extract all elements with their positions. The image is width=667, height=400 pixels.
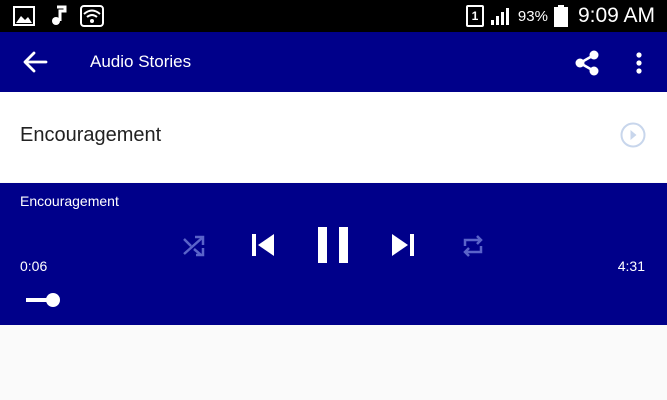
- shuffle-icon[interactable]: [181, 233, 207, 259]
- status-left-icons: [12, 5, 104, 27]
- total-time: 4:31: [617, 258, 645, 274]
- current-time: 0:06: [20, 258, 48, 274]
- more-vert-icon[interactable]: [628, 48, 650, 78]
- app-bar: Audio Stories: [0, 32, 667, 92]
- play-circle-icon[interactable]: [619, 121, 647, 149]
- back-arrow-icon[interactable]: [20, 48, 50, 76]
- seek-bar[interactable]: [26, 291, 646, 309]
- status-right-icons: 1 93% 9:09 AM: [465, 0, 655, 32]
- battery-icon: [553, 5, 568, 27]
- music-note-icon: [52, 5, 67, 25]
- battery-percent: 93%: [517, 7, 548, 25]
- list-item-title: Encouragement: [20, 124, 162, 146]
- player-bar: Encouragement 0:06 4:31: [0, 183, 667, 325]
- image-icon: [13, 6, 35, 26]
- share-icon[interactable]: [572, 48, 602, 78]
- sim-icon: 1: [465, 5, 484, 27]
- list-item[interactable]: Encouragement: [0, 92, 667, 182]
- skip-previous-icon[interactable]: [250, 232, 276, 258]
- repeat-icon[interactable]: [460, 233, 486, 259]
- seek-progress: [26, 298, 48, 302]
- app-title: Audio Stories: [90, 52, 192, 71]
- status-clock: 9:09 AM: [577, 4, 655, 27]
- wifi-icon: [80, 5, 104, 27]
- pause-icon[interactable]: [316, 227, 350, 263]
- status-bar: 1 93% 9:09 AM: [0, 0, 667, 32]
- seek-thumb[interactable]: [46, 293, 60, 307]
- signal-icon: [490, 8, 509, 25]
- player-track-title: Encouragement: [20, 193, 119, 209]
- skip-next-icon[interactable]: [390, 232, 416, 258]
